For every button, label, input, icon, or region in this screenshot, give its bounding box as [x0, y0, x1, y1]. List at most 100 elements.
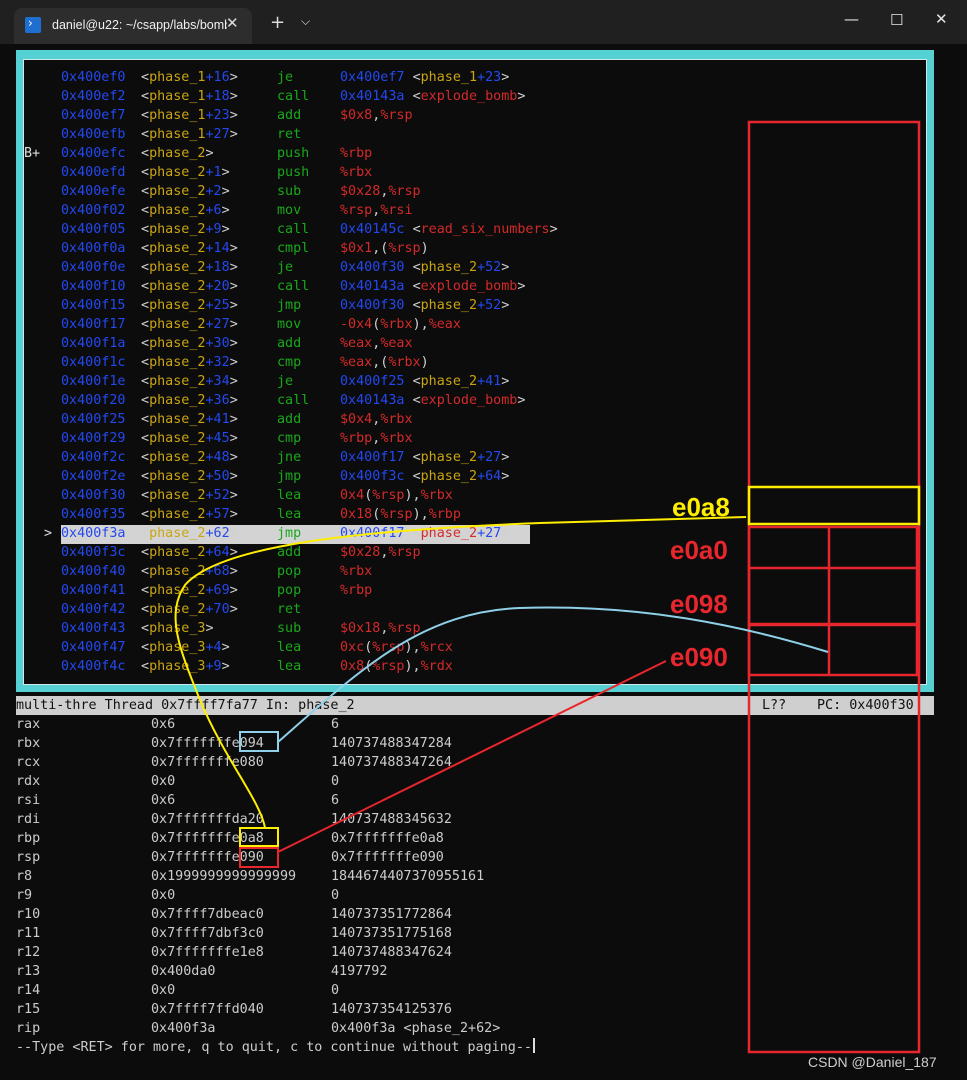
register-hex: 0x7fffffffe080 [151, 755, 264, 770]
watermark: CSDN @Daniel_187 [808, 1054, 937, 1070]
register-hex: 0x0 [151, 983, 176, 998]
register-value: 0 [331, 888, 340, 903]
bracket: < [141, 222, 150, 237]
close-tab-icon[interactable]: ✕ [226, 14, 239, 32]
asm-symbol: <phase_2+1> [141, 163, 230, 182]
minimize-button[interactable]: — [844, 10, 859, 28]
bracket: < [141, 393, 150, 408]
operand-token: ) [420, 241, 429, 256]
symbol-name: phase_1 [149, 89, 206, 104]
operand-token: phase_2 [420, 298, 478, 313]
register-name: rax [16, 717, 41, 732]
symbol-name: phase_2 [149, 165, 206, 180]
register-value: 0 [331, 983, 340, 998]
asm-operands: 0x400f25 <phase_2+41> [340, 372, 509, 391]
operand-token: 0x400f30 [340, 298, 413, 313]
asm-operands: 0x40143a <explode_bomb> [340, 87, 525, 106]
bracket: < [141, 203, 150, 218]
operand-token: +52 [477, 260, 502, 275]
terminal-tab[interactable]: › daniel@u22: ~/csapp/labs/bomb ✕ [14, 8, 252, 44]
register-name: r8 [16, 869, 33, 884]
symbol-offset: +50 [205, 469, 230, 484]
asm-mnemonic: mov [277, 317, 302, 332]
operand-token: phase_2 [420, 450, 478, 465]
symbol-name: phase_2 [149, 412, 206, 427]
symbol-offset: +41 [205, 412, 230, 427]
asm-address: 0x400f0e [61, 260, 126, 275]
bracket: < [141, 659, 150, 674]
asm-mnemonic: lea [277, 507, 302, 522]
bracket: > [229, 507, 238, 522]
asm-mnemonic: mov [277, 203, 302, 218]
asm-symbol: <phase_2+62> [141, 524, 238, 543]
asm-operands: %rbx [340, 562, 372, 581]
status-line: L?? [762, 698, 787, 713]
asm-symbol: <phase_1+18> [141, 87, 238, 106]
symbol-offset: +25 [205, 298, 230, 313]
symbol-name: phase_2 [149, 545, 206, 560]
operand-token: > [501, 260, 510, 275]
operand-token: > [517, 393, 526, 408]
label-e0a8: e0a8 [672, 492, 730, 522]
symbol-offset: +34 [205, 374, 230, 389]
bracket: < [141, 545, 150, 560]
operand-token: %rbx [380, 412, 413, 427]
pager-prompt[interactable]: --Type <RET> for more, q to quit, c to c… [16, 1038, 535, 1057]
operand-token: %rbx [420, 488, 453, 503]
operand-token: < [412, 450, 421, 465]
operand-token: $0x28 [340, 545, 381, 560]
operand-token: explode_bomb [420, 89, 518, 104]
symbol-name: phase_3 [149, 621, 206, 636]
operand-token: $0x4 [340, 412, 373, 427]
operand-token: %eax [340, 355, 373, 370]
asm-operands: 0x18(%rsp),%rbp [340, 505, 461, 524]
asm-operands: %rbp [340, 581, 372, 600]
register-name: rdi [16, 812, 41, 827]
bracket: > [221, 640, 230, 655]
asm-mnemonic: sub [277, 184, 302, 199]
symbol-offset: +52 [205, 488, 230, 503]
operand-token: 0x400f25 [340, 374, 413, 389]
operand-token: %rcx [420, 640, 453, 655]
symbol-name: phase_2 [149, 374, 206, 389]
close-window-button[interactable]: ✕ [935, 10, 948, 28]
asm-operands: 0x4(%rsp),%rbx [340, 486, 453, 505]
asm-address: 0x400efb [61, 127, 126, 142]
operand-token: ), [404, 659, 421, 674]
asm-symbol: <phase_2+27> [141, 315, 238, 334]
bracket: < [141, 355, 150, 370]
register-name: r11 [16, 926, 41, 941]
bracket: < [141, 621, 150, 636]
asm-mnemonic: pop [277, 583, 302, 598]
asm-operands: %rbp [340, 144, 372, 163]
operand-token: < [412, 70, 421, 85]
bracket: < [141, 241, 150, 256]
chevron-down-icon[interactable]: ⌵ [301, 14, 310, 29]
asm-mnemonic: cmp [277, 431, 302, 446]
bracket: < [141, 298, 150, 313]
maximize-button[interactable]: ☐ [890, 11, 903, 29]
register-hex: 0x7fffffffda20 [151, 812, 264, 827]
asm-symbol: <phase_1+23> [141, 106, 238, 125]
asm-mnemonic: jmp [277, 526, 302, 541]
register-name: r10 [16, 907, 41, 922]
operand-token: $0x8 [340, 108, 373, 123]
bracket: > [229, 355, 238, 370]
asm-mnemonic: ret [277, 127, 302, 142]
asm-operands: 0x400f30 <phase_2+52> [340, 296, 509, 315]
bracket: > [229, 317, 238, 332]
symbol-name: phase_2 [149, 298, 206, 313]
asm-operands: $0x18,%rsp [340, 619, 421, 638]
asm-mnemonic: pop [277, 564, 302, 579]
new-tab-button[interactable]: + [270, 12, 285, 33]
bracket: < [141, 260, 150, 275]
register-name: rsi [16, 793, 41, 808]
asm-symbol: <phase_2+48> [141, 448, 238, 467]
operand-token: < [412, 89, 421, 104]
asm-mnemonic: jne [277, 450, 302, 465]
operand-token: %rsp [372, 488, 405, 503]
label-e090: e090 [670, 642, 728, 672]
bracket: > [229, 108, 238, 123]
operand-token: phase_2 [420, 526, 478, 541]
status-bar: multi-thre Thread 0x7ffff7fa77 In: phase… [16, 696, 934, 715]
